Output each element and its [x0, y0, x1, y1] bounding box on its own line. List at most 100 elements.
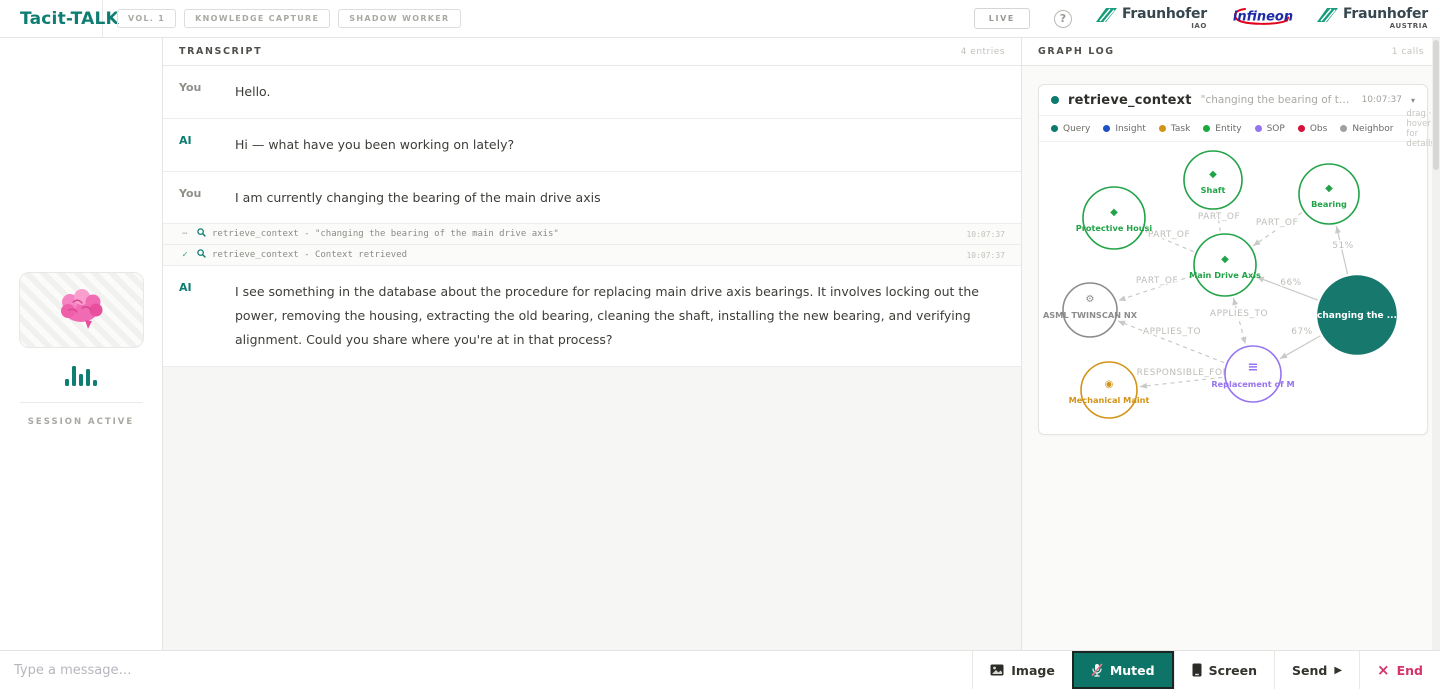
tool-call-query: "changing the bearing of the main drive … — [1201, 94, 1353, 106]
edge-arrowhead-icon — [1253, 239, 1260, 245]
composer-buttons: Image Muted ScreenSend▶×End — [972, 651, 1440, 689]
node-label: Replacement of M — [1211, 379, 1294, 389]
graph-node-query[interactable]: changing the ... — [1317, 276, 1397, 354]
end-button[interactable]: ×End — [1359, 651, 1440, 689]
tool-call-row[interactable]: ⋯ retrieve_context - "changing the bearin… — [163, 224, 1021, 245]
header-badge: KNOWLEDGE CAPTURE — [184, 9, 330, 28]
screen-button[interactable]: Screen — [1174, 651, 1274, 689]
message-composer: Image Muted ScreenSend▶×End — [0, 650, 1440, 689]
pending-dots-icon: ⋯ — [179, 229, 191, 239]
node-label: Bearing — [1311, 199, 1347, 209]
sidebar-divider — [20, 402, 143, 403]
edge-arrowhead-icon — [1335, 226, 1341, 233]
message-input[interactable] — [0, 651, 972, 689]
muted-button[interactable]: Muted — [1072, 651, 1174, 689]
node-circle[interactable] — [1299, 164, 1359, 224]
fraunhofer-iao-logo: Fraunhofer IAO — [1096, 7, 1207, 30]
edge-arrowhead-icon — [1118, 295, 1126, 301]
button-label: Muted — [1110, 663, 1155, 678]
transcript-panel: TRANSCRIPT 4 entries YouHello.AIHi — wha… — [163, 38, 1021, 650]
edge-label: RESPONSIBLE_FOR — [1137, 368, 1230, 378]
mic-muted-icon — [1091, 663, 1103, 677]
node-circle[interactable] — [1083, 187, 1145, 249]
scrollbar-thumb[interactable] — [1433, 40, 1439, 170]
graph-node-asml[interactable]: ⚙ASML TWINSCAN NX — [1043, 283, 1138, 337]
check-icon: ✓ — [179, 250, 191, 260]
edge-arrowhead-icon — [1118, 321, 1126, 327]
graph-panel-scrollbar[interactable] — [1432, 38, 1440, 650]
logo-wrap: Tacit-TALK — [0, 0, 103, 38]
legend-dot-icon — [1340, 125, 1347, 132]
transcript-message-row: AII see something in the database about … — [163, 266, 1021, 366]
legend-item-task: Task — [1159, 124, 1190, 134]
edge-label: PART_OF — [1148, 230, 1190, 240]
tool-call-row[interactable]: ✓ retrieve_context - Context retrieved 10:… — [163, 245, 1021, 266]
node-circle[interactable] — [1081, 362, 1137, 418]
graph-edge — [1140, 377, 1222, 386]
legend-label: Query — [1063, 124, 1090, 134]
legend-dot-icon — [1203, 125, 1210, 132]
tool-call-name: retrieve_context — [1068, 93, 1192, 108]
node-circle[interactable] — [1194, 234, 1256, 296]
edge-label: PART_OF — [1198, 212, 1240, 222]
brain-icon — [55, 288, 107, 332]
legend-item-neighbor: Neighbor — [1340, 124, 1393, 134]
transcript-header: TRANSCRIPT 4 entries — [163, 38, 1021, 66]
help-icon[interactable]: ? — [1054, 10, 1072, 28]
edge-label: PART_OF — [1136, 276, 1178, 286]
node-glyph-icon: ◆ — [1221, 254, 1229, 265]
magnifier-icon — [197, 249, 206, 258]
live-status-badge: LIVE — [974, 8, 1030, 29]
node-glyph-icon: ◉ — [1105, 379, 1114, 390]
legend-label: Neighbor — [1352, 124, 1393, 134]
svg-text:infineon: infineon — [1233, 9, 1293, 24]
header-right: LIVE ? Fraunhofer IAO infineon — [974, 4, 1440, 34]
graph-log-title: GRAPH LOG — [1038, 46, 1115, 57]
session-sidebar: SESSION ACTIVE — [0, 38, 163, 650]
legend-dot-icon — [1103, 125, 1110, 132]
graph-node-bearing[interactable]: ◆Bearing — [1299, 164, 1359, 224]
transcript-message-row: YouI am currently changing the bearing o… — [163, 172, 1021, 225]
graph-log-count: 1 calls — [1392, 47, 1424, 57]
infineon-logo: infineon — [1231, 4, 1293, 34]
fraunhofer-austria-logo: Fraunhofer AUSTRIA — [1317, 7, 1428, 30]
edge-arrowhead-icon — [1241, 336, 1247, 344]
graph-call-card-header[interactable]: retrieve_context "changing the bearing o… — [1039, 85, 1427, 116]
query-dot-icon — [1051, 96, 1059, 104]
chevron-down-icon[interactable]: ▾ — [1411, 96, 1415, 105]
node-label: Mechanical Maint — [1069, 395, 1150, 405]
button-label: Send — [1292, 663, 1327, 678]
legend-item-query: Query — [1051, 124, 1090, 134]
app-logo: Tacit-TALK — [20, 9, 119, 29]
graph-log-panel: GRAPH LOG 1 calls retrieve_context "chan… — [1021, 38, 1440, 650]
node-glyph-icon: ≡ — [1248, 360, 1259, 375]
send-button[interactable]: Send▶ — [1274, 651, 1359, 689]
speaker-label: You — [179, 186, 235, 210]
knowledge-graph-canvas[interactable]: PART_OFPART_OFPART_OFPART_OF51%66%67%APP… — [1039, 142, 1427, 430]
legend-item-obs: Obs — [1298, 124, 1328, 134]
graph-node-shaft[interactable]: ◆Shaft — [1184, 151, 1242, 209]
audio-bars-icon — [65, 362, 97, 386]
legend-dot-icon — [1051, 125, 1058, 132]
legend-label: Insight — [1115, 124, 1146, 134]
tool-call-timestamp: 10:07:37 — [966, 251, 1005, 260]
legend-label: Obs — [1310, 124, 1328, 134]
node-label: Protective Housi — [1076, 223, 1153, 233]
legend-item-insight: Insight — [1103, 124, 1146, 134]
tool-call-text: retrieve_context - Context retrieved — [212, 250, 407, 260]
graph-legend: QueryInsightTaskEntitySOPObsNeighbordrag… — [1039, 116, 1427, 142]
button-label: End — [1397, 663, 1423, 678]
node-circle[interactable] — [1184, 151, 1242, 209]
fraunhofer-sub: AUSTRIA — [1390, 22, 1428, 30]
image-button[interactable]: Image — [972, 651, 1072, 689]
session-status-label: SESSION ACTIVE — [28, 417, 134, 427]
fraunhofer-sub: IAO — [1191, 22, 1207, 30]
tool-call-text: retrieve_context - "changing the bearing… — [212, 229, 559, 239]
tool-call-timestamp: 10:07:37 — [966, 230, 1005, 239]
header-badges: VOL. 1KNOWLEDGE CAPTURESHADOW WORKER — [117, 9, 461, 28]
speaker-label: You — [179, 80, 235, 104]
graph-node-maindrive[interactable]: ◆Main Drive Axis — [1189, 234, 1261, 296]
brain-avatar-card — [19, 272, 144, 348]
graph-node-protective[interactable]: ◆Protective Housi — [1076, 187, 1153, 249]
image-icon — [990, 664, 1004, 676]
